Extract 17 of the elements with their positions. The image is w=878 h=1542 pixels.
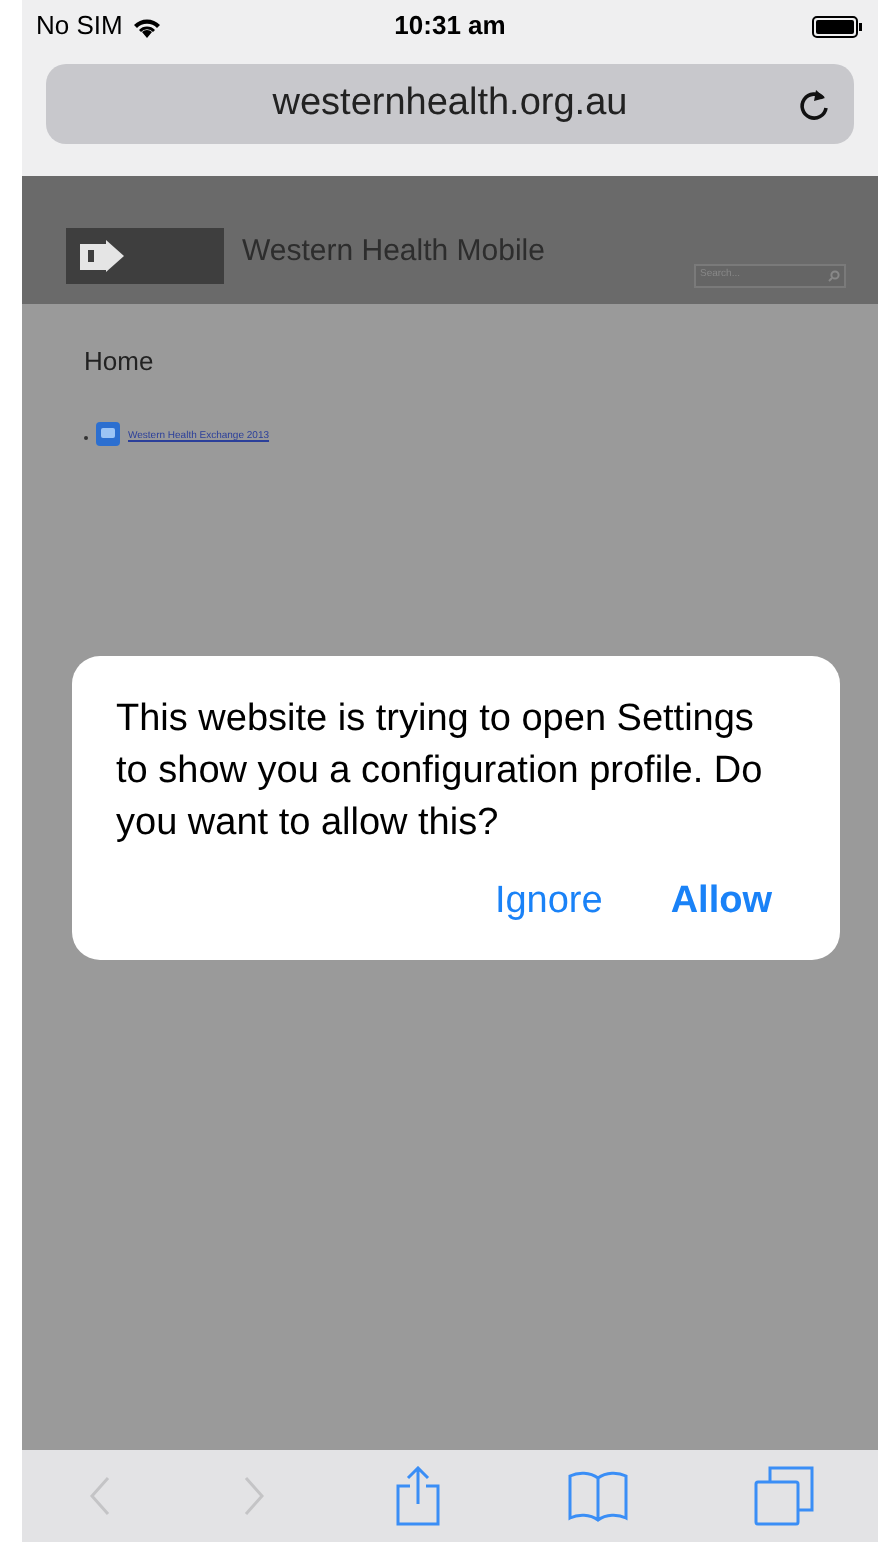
alert-message: This website is trying to open Settings to show you a configuration profile. Do you want to allow this? (116, 696, 765, 848)
tabs-icon[interactable] (754, 1466, 815, 1526)
alert-button[interactable]: Ignore (494, 874, 603, 931)
battery-icon (812, 15, 864, 37)
carrier-label: No SIM (36, 8, 123, 45)
page-heading: Home (84, 344, 156, 380)
share-icon[interactable] (393, 1466, 442, 1526)
search-icon (828, 270, 840, 282)
clock-time: 10:31 am (394, 8, 506, 45)
address-bar[interactable]: westernhealth.org.au (46, 64, 854, 144)
alert-button[interactable]: Allow (670, 874, 772, 931)
bookmarks-icon[interactable] (568, 1470, 629, 1522)
site-title: Western Health Mobile (242, 232, 545, 272)
wifi-icon (132, 15, 163, 37)
reload-icon[interactable] (798, 86, 830, 122)
exchange-icon (96, 421, 120, 445)
url-text: westernhealth.org.au (272, 79, 628, 128)
